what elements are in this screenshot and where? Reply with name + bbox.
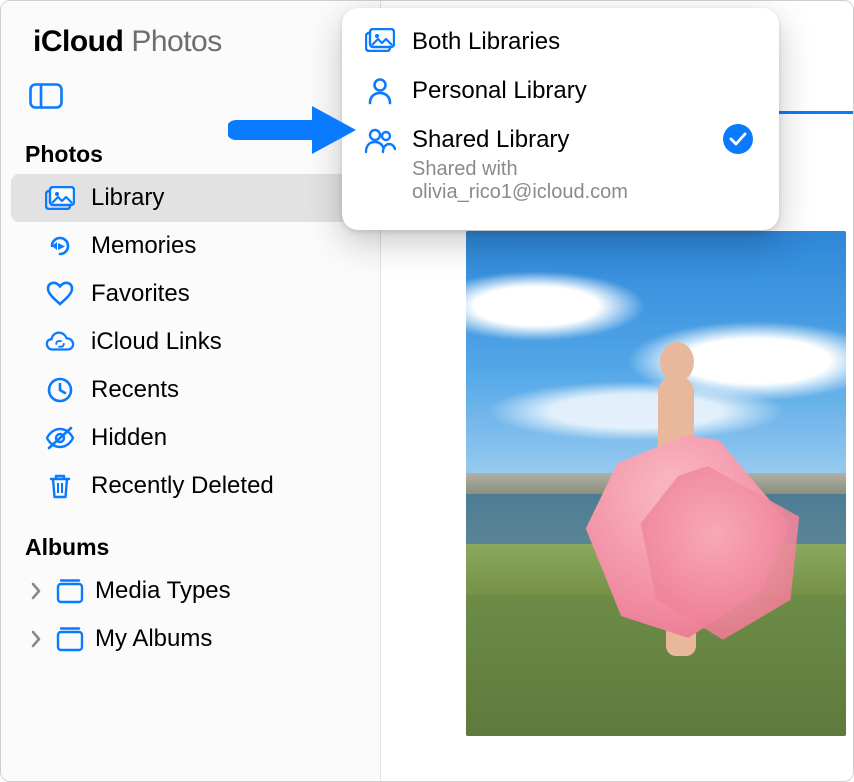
sidebar-item-recently-deleted[interactable]: Recently Deleted — [11, 462, 370, 510]
people-icon — [364, 124, 396, 154]
album-icon — [55, 578, 85, 604]
sidebar-item-label: Library — [91, 184, 164, 212]
brand-icloud: iCloud — [33, 25, 123, 59]
photo-thumbnail[interactable] — [466, 231, 846, 736]
photo-stack-icon — [45, 186, 75, 210]
photo-stack-icon — [364, 26, 396, 52]
library-switcher-popover: Both Libraries Personal Library Shared L… — [342, 8, 779, 230]
sidebar-item-label: iCloud Links — [91, 328, 222, 356]
library-option-subtitle: Shared with olivia_rico1@icloud.com — [412, 158, 707, 204]
checkmark-icon — [723, 124, 753, 154]
chevron-right-icon — [27, 582, 45, 600]
albums-nav-list: Media Types My Albums — [1, 567, 380, 663]
library-option-label: Personal Library — [412, 75, 707, 106]
sidebar-item-label: My Albums — [95, 625, 212, 653]
sidebar-item-media-types[interactable]: Media Types — [11, 567, 370, 615]
sidebar-item-favorites[interactable]: Favorites — [11, 270, 370, 318]
album-icon — [55, 626, 85, 652]
sidebar-item-library[interactable]: Library — [11, 174, 370, 222]
library-option-shared[interactable]: Shared Library Shared with olivia_rico1@… — [350, 114, 771, 211]
memories-icon — [45, 232, 75, 260]
sidebar-item-memories[interactable]: Memories — [11, 222, 370, 270]
clock-icon — [45, 376, 75, 404]
sidebar-item-hidden[interactable]: Hidden — [11, 414, 370, 462]
annotation-arrow-icon — [228, 100, 358, 165]
chevron-right-icon — [27, 630, 45, 648]
sidebar-item-label: Favorites — [91, 280, 190, 308]
library-option-both[interactable]: Both Libraries — [350, 16, 771, 65]
heart-icon — [45, 281, 75, 307]
app-title: iCloud Photos — [1, 1, 380, 65]
sidebar-item-icloud-links[interactable]: iCloud Links — [11, 318, 370, 366]
brand-app: Photos — [131, 25, 221, 59]
photos-nav-list: Library Memories Favorites iCloud Links — [1, 174, 380, 510]
toggle-sidebar-button[interactable] — [25, 79, 67, 113]
library-option-personal[interactable]: Personal Library — [350, 65, 771, 114]
eye-slash-icon — [45, 426, 75, 450]
library-option-label: Both Libraries — [412, 26, 707, 57]
sidebar-item-label: Media Types — [95, 577, 231, 605]
sidebar-item-label: Recently Deleted — [91, 472, 274, 500]
sidebar-item-label: Recents — [91, 376, 179, 404]
section-title-albums: Albums — [1, 510, 380, 567]
sidebar-item-label: Hidden — [91, 424, 167, 452]
sidebar-item-recents[interactable]: Recents — [11, 366, 370, 414]
library-option-label: Shared Library — [412, 124, 707, 155]
sidebar-item-label: Memories — [91, 232, 196, 260]
trash-icon — [45, 472, 75, 500]
cloud-link-icon — [45, 330, 75, 354]
sidebar-item-my-albums[interactable]: My Albums — [11, 615, 370, 663]
person-icon — [364, 75, 396, 105]
sidebar-toggle-icon — [29, 83, 63, 109]
